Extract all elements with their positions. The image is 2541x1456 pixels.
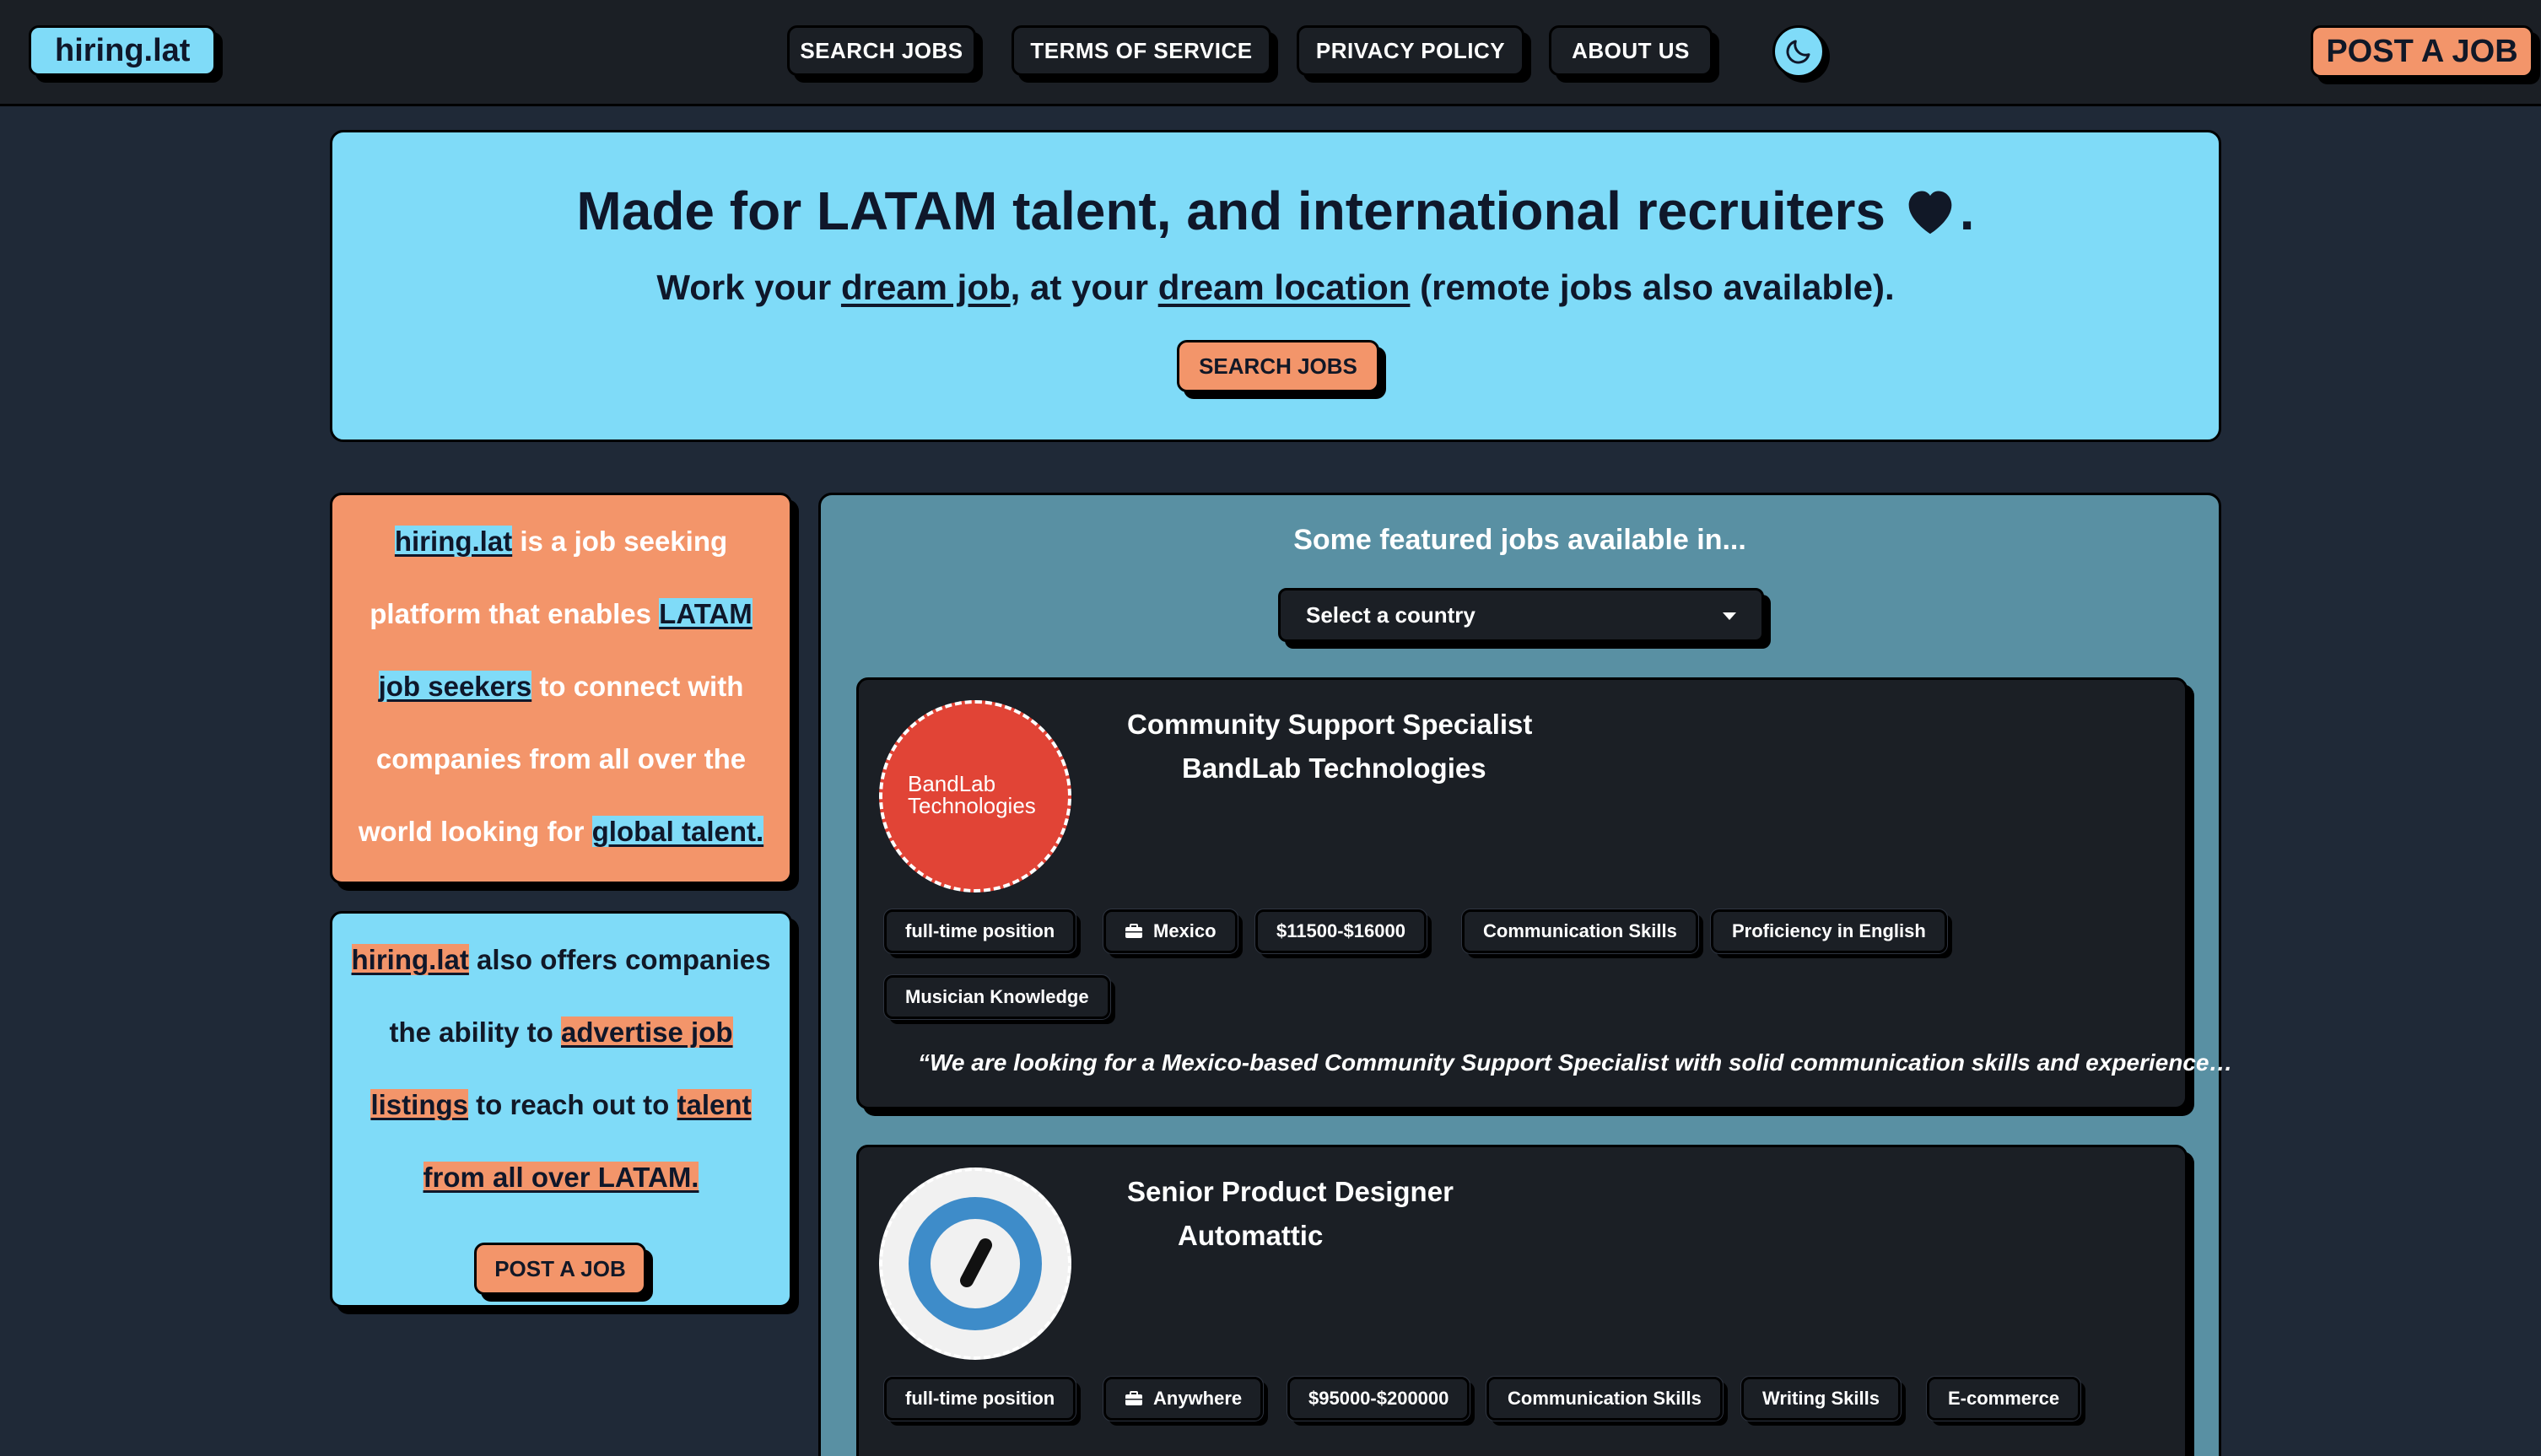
- job-card[interactable]: Senior Product Designer Automattic full-…: [856, 1145, 2188, 1456]
- hero-title: Made for LATAM talent, and international…: [576, 181, 1975, 241]
- tag-salary: $11500-$16000: [1254, 909, 1427, 954]
- company-logo-automattic: [879, 1167, 1071, 1360]
- hero-subtitle: Work your dream job, at your dream locat…: [656, 267, 1895, 307]
- info-card-companies: hiring.lat also offers companies the abi…: [330, 911, 792, 1308]
- featured-heading: Some featured jobs available in...: [1293, 524, 1746, 556]
- card-post-job-button[interactable]: POST A JOB: [474, 1243, 646, 1295]
- tag-skill: E-commerce: [1925, 1376, 2082, 1421]
- nav-about-us[interactable]: ABOUT US: [1549, 25, 1713, 76]
- hiring-lat-link-2[interactable]: hiring.lat: [351, 944, 469, 975]
- dream-location-link[interactable]: dream location: [1158, 267, 1411, 307]
- job-company: BandLab Technologies: [1182, 752, 1486, 784]
- caret-down-icon: [1723, 612, 1736, 620]
- tag-skill: Communication Skills: [1486, 1376, 1724, 1421]
- briefcase-icon: [1125, 1391, 1142, 1405]
- automattic-logo-icon: [909, 1197, 1042, 1330]
- job-company: Automattic: [1178, 1220, 1324, 1251]
- job-card[interactable]: BandLab Technologies Community Support S…: [856, 677, 2232, 1109]
- site-logo[interactable]: hiring.lat: [29, 25, 217, 76]
- post-job-button[interactable]: POST A JOB: [2311, 25, 2533, 78]
- tag-skill: Musician Knowledge: [883, 974, 1111, 1020]
- hero-search-jobs-button[interactable]: SEARCH JOBS: [1177, 340, 1379, 392]
- tag-location: Anywhere: [1102, 1376, 1265, 1421]
- hiring-lat-link[interactable]: hiring.lat: [394, 526, 513, 557]
- tag-position-type: full-time position: [882, 1376, 1077, 1421]
- navbar: hiring.lat SEARCH JOBS TERMS OF SERVICE …: [0, 0, 2541, 106]
- briefcase-icon: [1125, 924, 1142, 938]
- country-select[interactable]: Select a country: [1278, 588, 1764, 642]
- heart-icon: [1908, 191, 1952, 235]
- theme-toggle-button[interactable]: [1772, 25, 1825, 78]
- tag-skill: Writing Skills: [1740, 1376, 1902, 1421]
- moon-icon: [1786, 40, 1810, 64]
- tag-location: Mexico: [1103, 909, 1238, 954]
- nav-terms-of-service[interactable]: TERMS OF SERVICE: [1012, 25, 1271, 76]
- dream-job-link[interactable]: dream job: [841, 267, 1011, 307]
- company-logo-bandlab: BandLab Technologies: [879, 700, 1071, 892]
- nav-search-jobs[interactable]: SEARCH JOBS: [787, 25, 976, 76]
- tag-position-type: full-time position: [882, 909, 1077, 954]
- featured-jobs-panel: Some featured jobs available in... Selec…: [818, 493, 2232, 1456]
- job-title[interactable]: Senior Product Designer: [1127, 1176, 1454, 1208]
- job-description: “We are looking for a Mexico-based Commu…: [918, 1049, 2233, 1076]
- info-card-job-seekers: hiring.lat is a job seeking platform tha…: [330, 493, 792, 884]
- global-talent-link[interactable]: global talent.: [591, 816, 764, 847]
- hero-banner: Made for LATAM talent, and international…: [330, 130, 2221, 442]
- nav-privacy-policy[interactable]: PRIVACY POLICY: [1297, 25, 1524, 76]
- tag-skill: Communication Skills: [1461, 909, 1699, 954]
- job-title[interactable]: Community Support Specialist: [1127, 709, 1532, 741]
- tag-skill: Proficiency in English: [1710, 909, 1948, 954]
- tag-salary: $95000-$200000: [1286, 1376, 1471, 1421]
